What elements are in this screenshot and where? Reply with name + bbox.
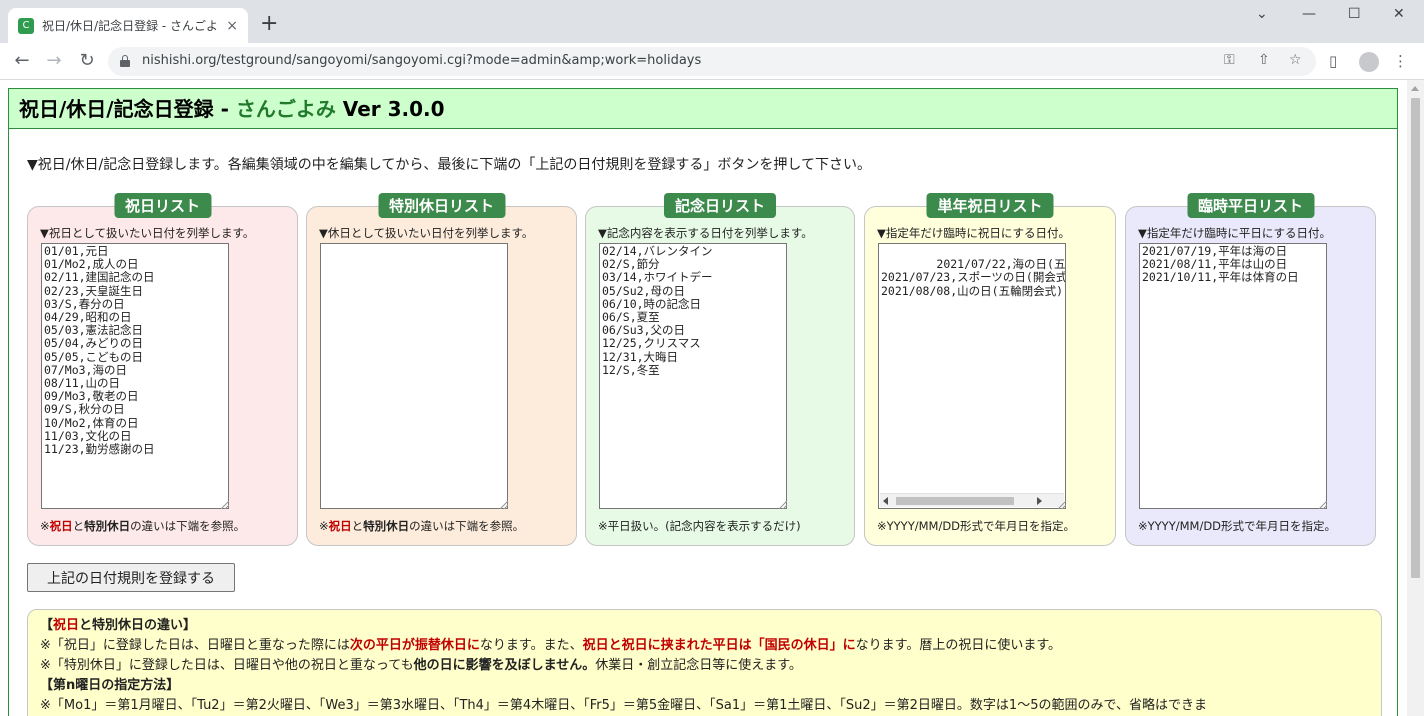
anniversary-list-note: ※平日扱い。(記念内容を表示するだけ) [598,519,801,533]
note-mid: と [351,519,364,533]
single-year-holiday-list-note: ※YYYY/MM/DD形式で年月日を指定。 [877,519,1076,533]
back-icon[interactable]: ← [11,50,33,72]
note-suffix: の違いは下端を参照。 [409,519,525,533]
anniversary-list-label: 記念日リスト [663,193,777,218]
notes-l1-d: 祝日と祝日に挟まれた平日は「国民の休日」に [582,638,856,653]
admin-page: 祝日/休日/記念日登録 - さんごよみ Ver 3.0.0 ▼祝日/休日/記念日… [8,88,1398,716]
holiday-list-note: ※祝日と特別休日の違いは下端を参照。 [40,518,245,534]
single-year-holiday-list-content: 2021/07/22,海の日(五輪前日) 2021/07/23,スポーツの日(開… [881,257,1066,298]
horizontal-scrollbar[interactable] [880,493,1064,507]
page-title-app: さんごよみ [235,97,336,121]
note-suffix: の違いは下端を参照。 [130,519,246,533]
scroll-up-icon[interactable] [1411,86,1419,91]
resize-grip-icon[interactable] [1319,501,1327,509]
note-special: 特別休日 [363,519,410,533]
notes-l2-b: 他の日に影響を及ぼしません。 [413,658,596,673]
address-bar[interactable]: nishishi.org/testground/sangoyomi/sangoy… [108,47,1316,76]
browser-toolbar: ← → ↻ nishishi.org/testground/sangoyomi/… [0,43,1424,80]
note-mid: と [72,519,85,533]
resize-grip-icon[interactable] [1058,501,1066,509]
tab-title: 祝日/休日/記念日登録 - さんごよみ [42,19,217,33]
notes-h1-rest: と特別休日の違い】 [79,618,197,633]
notes-line-1: ※「祝日」に登録した日は、日曜日と重なった際には次の平日が振替休日になります。ま… [40,636,1369,656]
notes-l1-c: なります。また、 [479,638,583,653]
notes-l1-e: なります。暦上の祝日に使います。 [855,638,1062,653]
menu-icon[interactable]: ⋮ [1393,52,1408,70]
page-title: 祝日/休日/記念日登録 - さんごよみ Ver 3.0.0 [9,89,1397,129]
minimize-icon[interactable]: — [1302,6,1316,22]
resize-grip-icon[interactable] [779,501,787,509]
temp-weekday-list-note: ※YYYY/MM/DD形式で年月日を指定。 [1138,519,1337,533]
vertical-scrollbar[interactable] [1407,80,1424,716]
note-holiday: 祝日 [328,519,352,533]
note-prefix: ※ [319,519,329,533]
side-panel-icon[interactable]: ▯ [1329,52,1337,70]
reload-icon[interactable]: ↻ [76,50,98,72]
resize-grip-icon[interactable] [221,501,229,509]
note-special: 特別休日 [84,519,131,533]
star-icon[interactable]: ☆ [1289,52,1302,68]
notes-heading-1: 【祝日と特別休日の違い】 [40,616,1369,636]
special-holiday-list-box: 特別休日リスト ▼休日として扱いたい日付を列挙します。 ※祝日と特別休日の違いは… [306,193,577,546]
notes-l2-c: 休業日・創立記念日等に使えます。 [595,658,802,673]
close-window-icon[interactable]: ✕ [1393,6,1405,22]
notes-line-3: ※「Mo1」＝第1月曜日、「Tu2」＝第2火曜日、「We3」＝第3水曜日、「Th… [40,698,1207,713]
scroll-thumb[interactable] [896,497,1014,505]
temp-weekday-list-label: 臨時平日リスト [1186,193,1315,218]
tab-search-chevron-icon[interactable]: ⌄ [1256,6,1268,22]
scroll-left-icon[interactable] [883,497,888,505]
tab-close-icon[interactable]: × [226,18,238,34]
single-year-holiday-list-textarea[interactable]: 2021/07/22,海の日(五輪前日) 2021/07/23,スポーツの日(開… [878,243,1066,509]
note-holiday: 祝日 [49,519,73,533]
holiday-list-box: 祝日リスト ▼祝日として扱いたい日付を列挙します。 01/01,元日 01/Mo… [27,193,298,546]
register-rules-button[interactable]: 上記の日付規則を登録する [27,563,235,592]
temp-weekday-list-textarea[interactable]: 2021/07/19,平年は海の日 2021/08/11,平年は山の日 2021… [1139,243,1327,509]
lock-icon[interactable] [120,55,130,67]
anniversary-list-textarea[interactable]: 02/14,バレンタイン 02/S,節分 03/14,ホワイトデー 05/Su2… [599,243,787,509]
new-tab-icon[interactable]: + [260,13,278,35]
maximize-icon[interactable]: ☐ [1348,6,1361,22]
holiday-list-desc: ▼祝日として扱いたい日付を列挙します。 [40,226,255,240]
page-title-version: Ver 3.0.0 [335,97,445,121]
single-year-holiday-list-desc: ▼指定年だけ臨時に祝日にする日付。 [877,226,1070,240]
anniversary-list-box: 記念日リスト ▼記念内容を表示する日付を列挙します。 02/14,バレンタイン … [585,193,855,546]
single-year-holiday-list-label: 単年祝日リスト [926,193,1054,218]
notes-h1-open: 【 [40,618,54,633]
key-icon[interactable]: ⚿ [1224,52,1235,68]
instruction-text: ▼祝日/休日/記念日登録します。各編集領域の中を編集してから、最後に下端の「上記… [27,157,871,173]
notes-l1-a: ※「祝日」に登録した日は、日曜日と重なった際には [40,638,350,653]
temp-weekday-list-desc: ▼指定年だけ臨時に平日にする日付。 [1138,226,1331,240]
notes-h1-holiday: 祝日 [53,618,80,633]
special-holiday-list-label: 特別休日リスト [377,193,506,218]
page-title-main: 祝日/休日/記念日登録 - [19,97,236,121]
profile-avatar-icon[interactable] [1359,52,1379,72]
notes-l2-a: ※「特別休日」に登録した日は、日曜日や他の祝日と重なっても [40,658,414,673]
single-year-holiday-list-box: 単年祝日リスト ▼指定年だけ臨時に祝日にする日付。 2021/07/22,海の日… [864,193,1116,546]
scroll-thumb[interactable] [1411,98,1420,578]
url-text[interactable]: nishishi.org/testground/sangoyomi/sangoy… [142,53,701,68]
browser-tabbar: C 祝日/休日/記念日登録 - さんごよみ × + ⌄ — ☐ ✕ [0,0,1424,43]
notes-heading-2: 【第n曜日の指定方法】 [40,678,180,693]
resize-grip-icon[interactable] [500,501,508,509]
holiday-list-label: 祝日リスト [113,193,212,218]
temp-weekday-list-box: 臨時平日リスト ▼指定年だけ臨時に平日にする日付。 2021/07/19,平年は… [1125,193,1376,546]
special-holiday-list-textarea[interactable] [320,243,508,509]
note-prefix: ※ [40,519,50,533]
notes-panel: 【祝日と特別休日の違い】 ※「祝日」に登録した日は、日曜日と重なった際には次の平… [27,609,1382,716]
holiday-list-textarea[interactable]: 01/01,元日 01/Mo2,成人の日 02/11,建国記念の日 02/23,… [41,243,229,509]
special-holiday-list-desc: ▼休日として扱いたい日付を列挙します。 [319,226,534,240]
notes-l1-b: 次の平日が振替休日に [349,638,480,653]
share-icon[interactable]: ⇧ [1258,52,1270,68]
favicon-icon: C [18,17,34,34]
forward-icon[interactable]: → [43,50,65,72]
browser-tab[interactable]: C 祝日/休日/記念日登録 - さんごよみ × [8,8,248,43]
notes-line-2: ※「特別休日」に登録した日は、日曜日や他の祝日と重なっても他の日に影響を及ぼしま… [40,656,1369,676]
anniversary-list-desc: ▼記念内容を表示する日付を列挙します。 [598,226,813,240]
page-viewport: 祝日/休日/記念日登録 - さんごよみ Ver 3.0.0 ▼祝日/休日/記念日… [0,80,1424,716]
special-holiday-list-note: ※祝日と特別休日の違いは下端を参照。 [319,518,524,534]
scroll-right-icon[interactable] [1037,497,1042,505]
